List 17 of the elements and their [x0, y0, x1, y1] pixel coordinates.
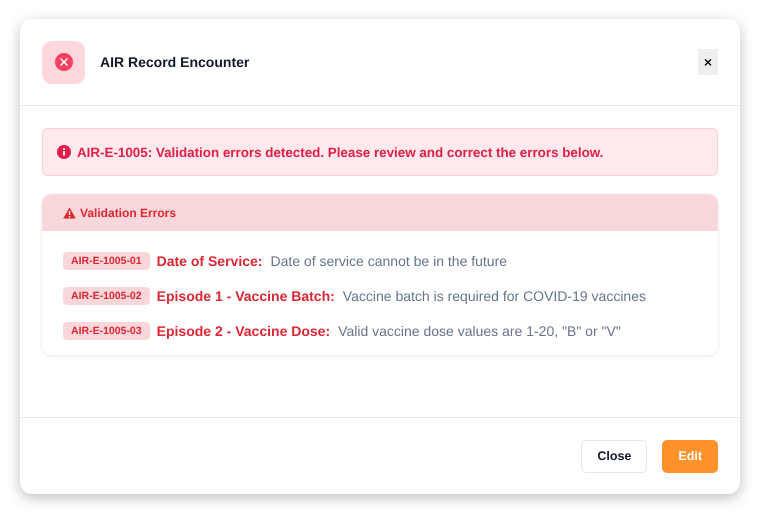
error-message: Valid vaccine dose values are 1-20, "B" or "V": [338, 323, 621, 339]
panel-title: Validation Errors: [80, 206, 176, 220]
error-icon: [42, 40, 85, 84]
info-icon: [57, 145, 71, 159]
error-message: Vaccine batch is required for COVID-19 vaccines: [342, 288, 646, 304]
close-button[interactable]: Close: [581, 440, 648, 472]
error-field: Episode 2 - Vaccine Dose:: [156, 323, 330, 339]
error-field: Episode 1 - Vaccine Batch:: [156, 288, 335, 304]
error-field: Date of Service:: [156, 253, 262, 269]
error-message: Date of service cannot be in the future: [270, 253, 508, 269]
error-code: AIR-E-1005-03: [63, 322, 150, 340]
error-code: AIR-E-1005-01: [63, 252, 150, 270]
warning-icon: [63, 206, 76, 218]
dialog-title: AIR Record Encounter: [100, 54, 250, 70]
error-code: AIR-E-1005-02: [63, 287, 150, 305]
alert-message: AIR-E-1005: Validation errors detected. Please review and correct the errors below.: [77, 144, 604, 160]
close-button[interactable]: ×: [698, 49, 718, 75]
